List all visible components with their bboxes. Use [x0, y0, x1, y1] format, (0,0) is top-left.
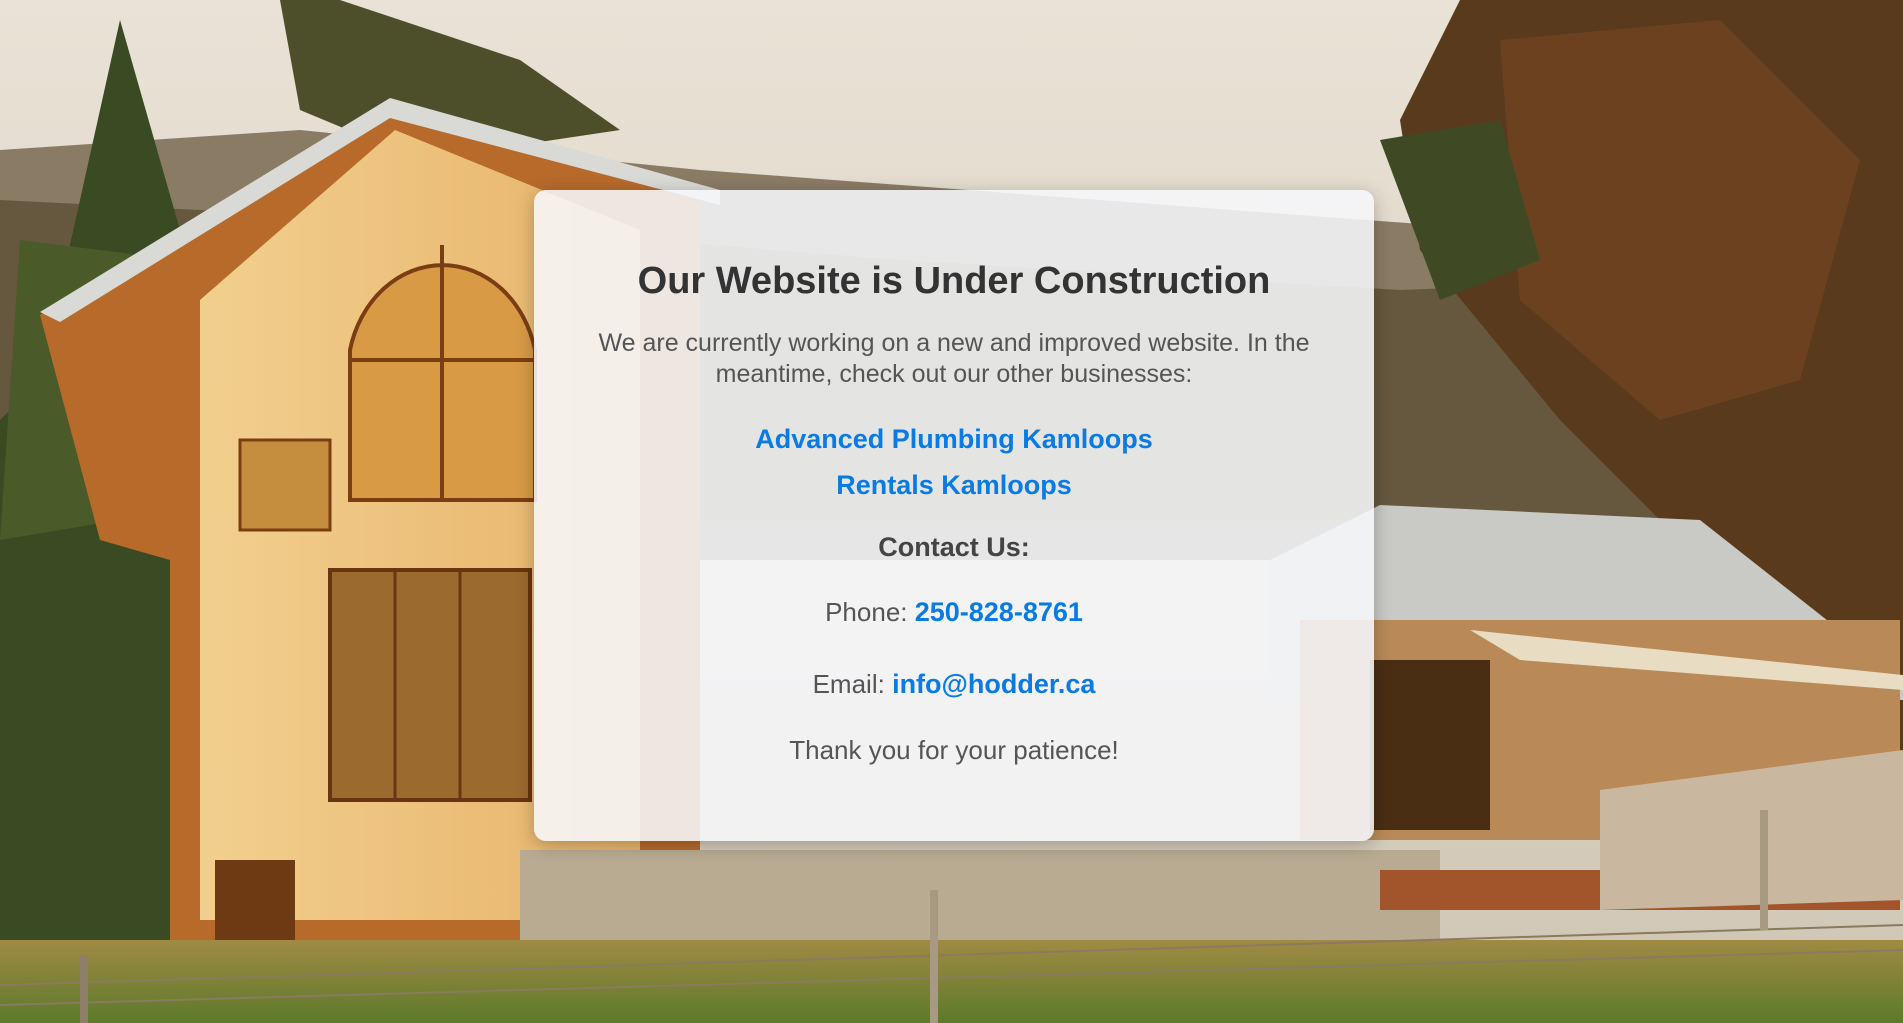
phone-line: Phone: 250-828-8761	[534, 595, 1374, 629]
contact-heading: Contact Us:	[878, 532, 1030, 562]
business-links: Advanced Plumbing Kamloops Rentals Kamlo…	[534, 416, 1374, 508]
email-link[interactable]: info@hodder.ca	[892, 669, 1095, 699]
construction-notice-card: Our Website is Under Construction We are…	[534, 190, 1374, 841]
link-advanced-plumbing-kamloops[interactable]: Advanced Plumbing Kamloops	[534, 416, 1374, 462]
email-label: Email:	[812, 669, 893, 699]
thanks-message: Thank you for your patience!	[789, 735, 1119, 765]
page-title: Our Website is Under Construction	[637, 260, 1271, 302]
link-rentals-kamloops[interactable]: Rentals Kamloops	[534, 462, 1374, 508]
intro-text: We are currently working on a new and im…	[598, 329, 1310, 388]
phone-label: Phone:	[825, 597, 915, 627]
phone-link[interactable]: 250-828-8761	[915, 597, 1083, 627]
email-line: Email: info@hodder.ca	[534, 667, 1374, 701]
